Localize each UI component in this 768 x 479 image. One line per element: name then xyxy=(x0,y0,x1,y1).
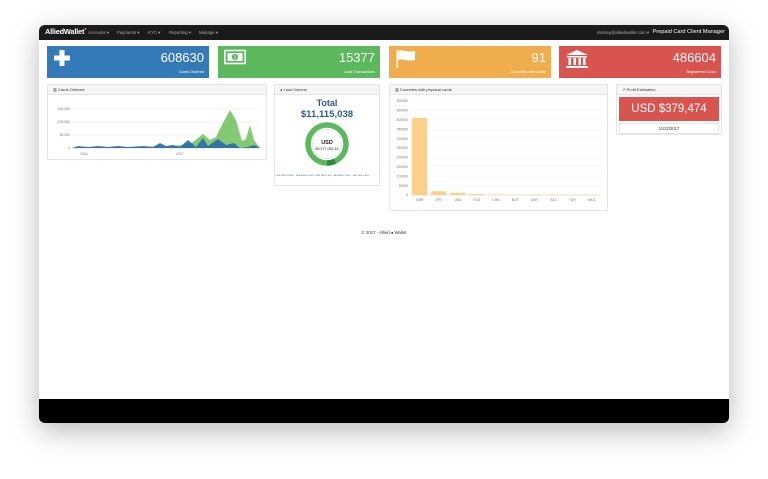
load-volume-panel: ◕ Load Volume Total $11,115,038 USD $9,3… xyxy=(274,84,380,186)
y-tick-label: 400000 xyxy=(397,118,408,122)
stat-label: Cards Ordered xyxy=(178,70,204,74)
total-value: $11,115,038 xyxy=(300,109,354,120)
total-label: Total xyxy=(316,98,338,108)
profit-date: 11/22/2017 xyxy=(619,123,719,134)
stat-label: Registered Cards xyxy=(686,70,716,74)
bar-chn[interactable] xyxy=(488,194,504,195)
bar-chart-icon: ▥ xyxy=(395,87,399,92)
brand-logo[interactable]: AlliedWallet● xyxy=(45,26,87,36)
profit-estimation-panel: ↗ Profit Estimation USD $379,474 11/22/2… xyxy=(616,84,722,135)
x-tick-label: MKD xyxy=(588,198,596,202)
donut-segment-other xyxy=(326,158,337,166)
panel-title: Load Volume xyxy=(283,87,307,92)
user-menu[interactable]: ramsey@alliedwallet.com ▾ xyxy=(597,30,649,36)
countries-bar-chart: 0 50000 100000 150000 200000 250000 300000 3500… xyxy=(397,99,601,202)
bar-chart-icon: ▥ xyxy=(53,87,57,92)
stat-load-transactions[interactable]: 1 15377 Load Transactions xyxy=(218,46,380,78)
donut-currency: USD xyxy=(321,140,333,146)
bar-usa[interactable] xyxy=(450,192,466,195)
stat-value: 608630 xyxy=(160,50,204,65)
stat-value: 91 xyxy=(531,50,546,65)
x-tick-label: RUS xyxy=(473,198,481,202)
bar-jpn[interactable] xyxy=(431,191,447,195)
stat-cards-ordered[interactable]: 608630 Cards Ordered xyxy=(47,46,209,78)
nav-kyc[interactable]: KYC ▾ xyxy=(148,30,160,36)
nav-manage[interactable]: Manage ▾ xyxy=(199,30,218,36)
stat-registered-cards[interactable]: 486604 Registered Cards xyxy=(559,46,721,78)
x-tick-label: 2017 xyxy=(176,152,184,156)
pie-chart-icon: ◕ xyxy=(280,87,283,92)
y-tick-label: 50,000 xyxy=(60,133,70,137)
load-donut-chart: USD $9,377,052.44 xyxy=(305,122,349,166)
x-tick-label: JPN xyxy=(435,198,442,202)
panel-title: Countries with physical cards xyxy=(399,87,452,92)
stat-label: Countries with Cards xyxy=(510,70,546,74)
panel-title: Profit Estimation xyxy=(626,87,656,92)
bar-tur[interactable] xyxy=(564,194,580,196)
y-tick-label: 150,000 xyxy=(58,107,70,111)
donut-legend: USD USD 81.88% · EUR EUR 10.00% · GBP GB… xyxy=(276,175,370,177)
bottom-bar xyxy=(39,399,729,423)
y-tick-label: 50000 xyxy=(399,184,409,188)
panel-header: ▥ Cards Ordered xyxy=(48,85,266,95)
stat-value: 486604 xyxy=(672,50,716,65)
footer-copyright: © 2017 - Allied ● Wallet xyxy=(361,230,407,235)
y-tick-label: 0 xyxy=(68,146,70,150)
x-tick-label: GBR xyxy=(416,198,424,202)
y-tick-label: 500000 xyxy=(397,99,408,103)
x-tick-label: 2016 xyxy=(80,152,88,156)
panel-header: ▥ Countries with physical cards xyxy=(390,85,607,95)
panel-header: ◕ Load Volume xyxy=(275,85,379,95)
y-tick-label: 100,000 xyxy=(58,120,70,124)
nav-accounts[interactable]: Accounts ▾ xyxy=(88,30,109,36)
panel-title: Cards Ordered xyxy=(57,87,85,92)
y-tick-label: 250000 xyxy=(397,146,408,150)
nav-payments[interactable]: Payments ▾ xyxy=(117,30,139,36)
bar-kaz[interactable] xyxy=(545,194,561,196)
bank-icon xyxy=(566,50,588,68)
plus-icon xyxy=(54,50,70,66)
x-tick-label: TUR xyxy=(569,198,577,202)
bar-ukr[interactable] xyxy=(526,194,542,196)
bar-gbr[interactable] xyxy=(412,117,427,195)
bar-mkd[interactable] xyxy=(584,194,599,196)
y-tick-label: 450000 xyxy=(397,109,408,113)
y-tick-label: 200000 xyxy=(397,156,408,160)
y-tick-label: 350000 xyxy=(397,127,408,131)
x-tick-label: USA xyxy=(454,198,462,202)
donut-amount: $9,377,052.44 xyxy=(316,147,339,151)
stat-label: Load Transactions xyxy=(343,70,375,74)
x-tick-label: UKR xyxy=(531,198,539,202)
panel-header: ↗ Profit Estimation xyxy=(617,85,721,95)
line-chart-icon: ↗ xyxy=(622,87,626,92)
x-tick-label: KAZ xyxy=(550,198,557,202)
app-title: Prepaid Card Client Manager xyxy=(652,29,725,35)
y-tick-label: 150000 xyxy=(397,165,408,169)
svg-text:1: 1 xyxy=(234,55,237,61)
money-icon: 1 xyxy=(224,49,246,65)
flag-icon xyxy=(396,50,415,68)
area-series-green xyxy=(72,110,260,148)
logo-dot-icon: ● xyxy=(84,26,87,31)
cards-ordered-chart: 150,000 100,000 50,000 0 2016 2017 xyxy=(58,107,260,156)
profit-value: USD $379,474 xyxy=(619,97,719,121)
nav-reporting[interactable]: Reporting ▾ xyxy=(169,30,191,36)
y-tick-label: 100000 xyxy=(397,174,408,178)
bar-rus[interactable] xyxy=(469,194,485,195)
y-tick-label: 0 xyxy=(406,193,408,197)
bar-blr[interactable] xyxy=(507,194,523,196)
top-navbar: AlliedWallet● Accounts ▾ Payments ▾ KYC … xyxy=(39,25,729,40)
app-window: AlliedWallet● Accounts ▾ Payments ▾ KYC … xyxy=(39,25,729,423)
countries-panel: ▥ Countries with physical cards 0 50000 10… xyxy=(389,84,608,211)
x-tick-label: BLR xyxy=(512,198,519,202)
x-tick-label: CHN xyxy=(492,198,500,202)
cards-ordered-panel: ▥ Cards Ordered 150,000 100,000 50,000 0… xyxy=(47,84,267,160)
stat-value: 15377 xyxy=(338,50,375,65)
stat-countries-with-cards[interactable]: 91 Countries with Cards xyxy=(389,46,551,78)
y-tick-label: 300000 xyxy=(397,137,408,141)
